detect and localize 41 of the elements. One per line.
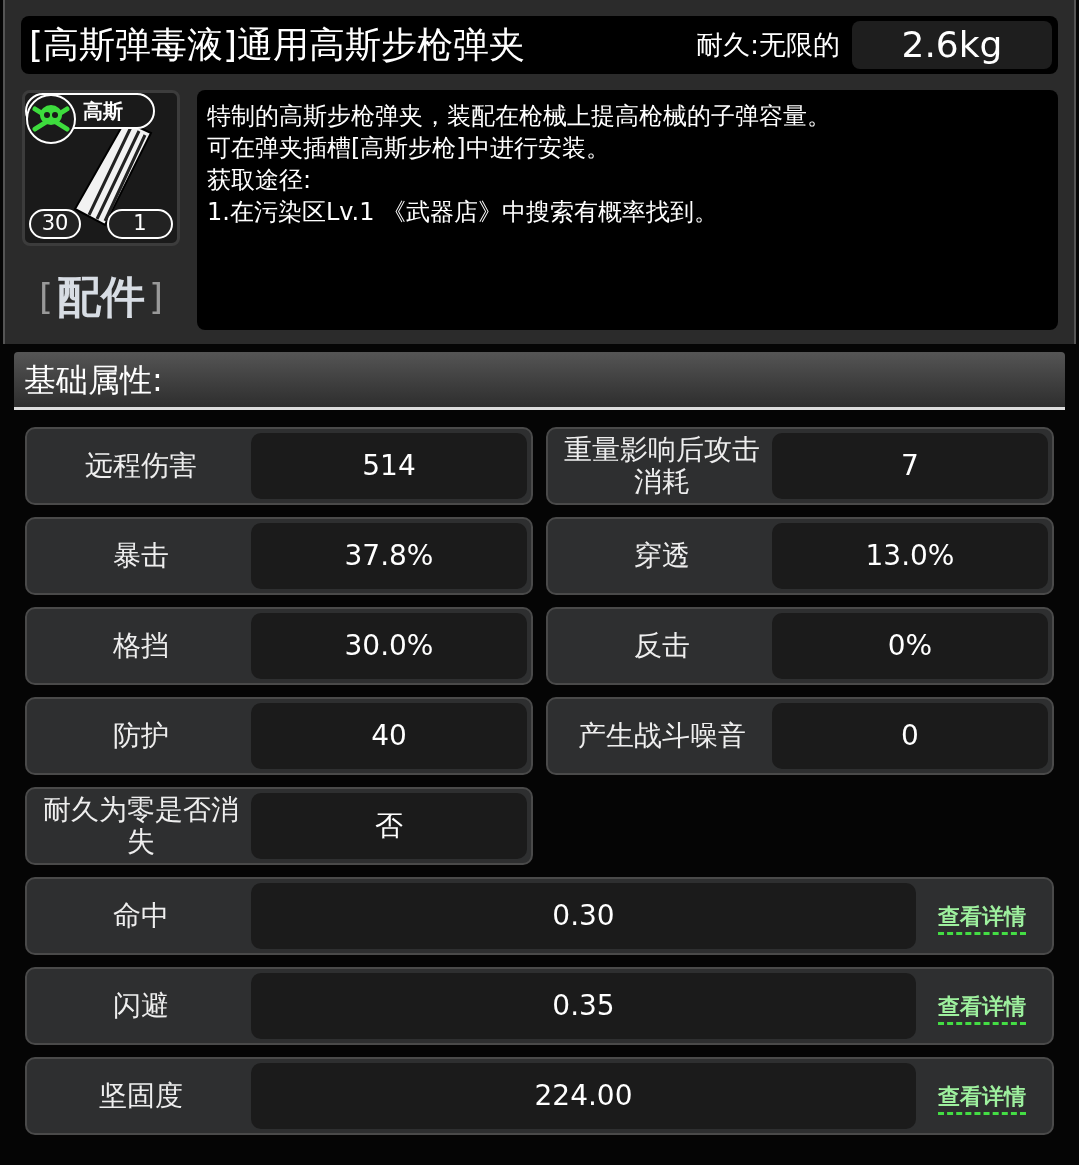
description-line: 可在弹夹插槽[高斯步枪]中进行安装。	[207, 133, 611, 164]
stat-label: 产生战斗噪音	[577, 720, 747, 752]
stat-value: 0	[772, 703, 1048, 769]
details-link[interactable]: 查看详情	[916, 1079, 1048, 1113]
stat-label: 暴击	[112, 540, 170, 572]
stat-value: 40	[251, 703, 527, 769]
stat-label: 重量影响后攻击消耗	[563, 434, 761, 498]
stat-label: 命中	[112, 898, 170, 934]
level-badge: 30	[29, 209, 81, 239]
details-link[interactable]: 查看详情	[916, 899, 1048, 933]
stat-label: 穿透	[633, 540, 691, 572]
stat-label: 闪避	[112, 988, 170, 1024]
stat-label: 耐久为零是否消失	[42, 794, 240, 858]
stat-label: 坚固度	[98, 1078, 184, 1114]
stat-value: 30.0%	[251, 613, 527, 679]
description-line: 获取途径:	[207, 165, 313, 196]
stat-value: 0.35	[251, 973, 916, 1039]
stat-value: 0%	[772, 613, 1048, 679]
stat-value: 否	[251, 793, 527, 859]
stat-value: 224.00	[251, 1063, 916, 1129]
category-bracket: [	[38, 275, 53, 319]
stat-label: 远程伤害	[84, 450, 198, 482]
stat-label: 格挡	[112, 630, 170, 662]
description-line: 1.在污染区Lv.1 《武器店》中搜索有概率找到。	[207, 197, 720, 228]
stat-value: 7	[772, 433, 1048, 499]
stat-label: 反击	[633, 630, 691, 662]
stat-value: 514	[251, 433, 527, 499]
durability-label: 耐久:无限的	[695, 27, 840, 62]
quantity-badge: 1	[107, 209, 173, 239]
category-bracket: ]	[149, 275, 164, 319]
details-link[interactable]: 查看详情	[916, 989, 1048, 1023]
weight-value: 2.6kg	[852, 21, 1052, 69]
stat-value: 37.8%	[251, 523, 527, 589]
stat-value: 0.30	[251, 883, 916, 949]
category-label: 配件	[57, 270, 145, 324]
stat-label: 防护	[112, 720, 170, 752]
item-title: [高斯弹毒液]通用高斯步枪弹夹	[29, 23, 527, 67]
tag-label: 高斯	[83, 98, 123, 125]
section-title: 基础属性:	[24, 359, 163, 401]
description-line: 特制的高斯步枪弹夹，装配在枪械上提高枪械的子弹容量。	[207, 101, 832, 132]
stat-value: 13.0%	[772, 523, 1048, 589]
